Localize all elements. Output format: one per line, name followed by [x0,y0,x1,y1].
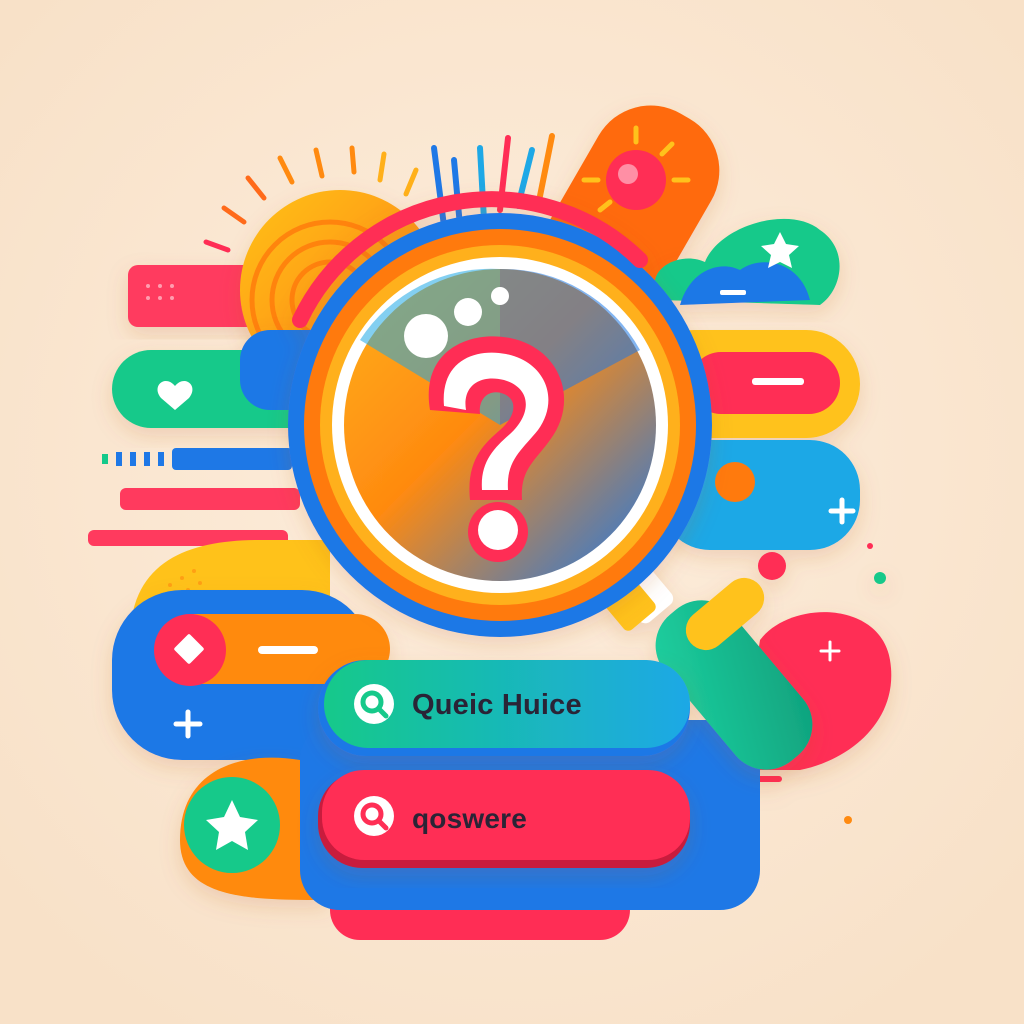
illustration-artwork [0,0,1024,1024]
illustration-canvas: Queic Huice qoswere [0,0,1024,1024]
search-icon [354,796,394,836]
dot-decoration [867,543,873,549]
search-icon [354,684,394,724]
dot-decoration [844,816,852,824]
search-field-2-label: qoswere [412,803,527,834]
search-field-1-label: Queic Huice [412,689,582,721]
